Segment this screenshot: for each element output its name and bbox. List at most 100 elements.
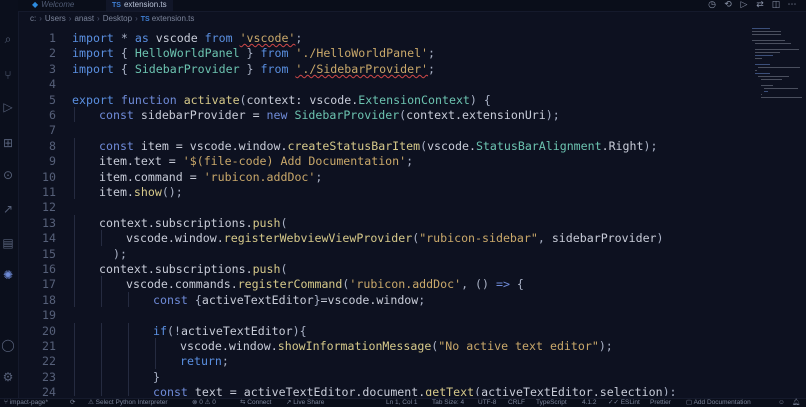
code-line[interactable]: 7: [18, 122, 748, 138]
compare-icon[interactable]: ⇄: [752, 0, 768, 10]
indent-guide: [74, 184, 75, 200]
indent-guide: [101, 384, 102, 396]
code-line[interactable]: 16 context.subscriptions.push(: [18, 261, 748, 277]
minimap-line: [761, 97, 803, 98]
code-text: const item = vscode.window.createStatusB…: [99, 138, 658, 153]
code-line[interactable]: 15 );: [18, 246, 748, 262]
line-number: 13: [42, 215, 56, 230]
minimap-line: [758, 67, 801, 68]
tab-welcome[interactable]: ◆ Welcome: [26, 0, 80, 11]
tab-label: extension.ts: [123, 0, 167, 9]
indent-guide: [101, 368, 102, 385]
code-line[interactable]: 10 item.command = 'rubicon.addDoc';: [18, 169, 748, 185]
indent-guide: [155, 338, 156, 354]
line-number: 14: [42, 231, 56, 246]
code-line[interactable]: 8 const item = vscode.window.createStatus…: [18, 138, 748, 154]
run-icon[interactable]: ▷: [736, 0, 752, 10]
source-control-icon[interactable]: ⑂: [1, 68, 15, 82]
go-back-icon[interactable]: ⟲: [720, 0, 736, 10]
minimap-line: [764, 91, 768, 92]
code-line[interactable]: 14 vscode.window.registerWebviewViewProvi…: [18, 230, 748, 246]
minimap-line: [755, 70, 758, 71]
code-editor[interactable]: 1 import * as vscode from 'vscode'; 2 impor…: [18, 28, 748, 396]
add-doc-label: Add Documentation: [693, 399, 751, 406]
typescript-icon: TS: [140, 16, 150, 23]
code-line[interactable]: 12: [18, 199, 748, 215]
minimap-line: [755, 58, 762, 59]
run-debug-icon[interactable]: ▷: [1, 100, 15, 114]
line-number: 20: [42, 323, 56, 338]
eslint-label: ESLint: [620, 399, 640, 406]
code-line[interactable]: 5 export function activate(context: vscod…: [18, 92, 748, 108]
code-text: context.subscriptions.push(: [99, 215, 288, 230]
minimap-line: [755, 73, 770, 74]
indent-guide: [74, 338, 75, 354]
indent-guide: [74, 384, 75, 396]
minimap-line: [752, 28, 771, 29]
database-icon[interactable]: ▤: [1, 236, 15, 250]
indent-guide: [74, 214, 75, 231]
minimap-line: [752, 40, 785, 41]
typescript-icon: TS: [112, 2, 121, 9]
code-text: item.text = '$(file-code) Add Documentat…: [99, 154, 414, 169]
indent-guide: [101, 353, 102, 369]
search-icon[interactable]: ⌕: [1, 32, 15, 46]
timeline-icon[interactable]: ◷: [704, 0, 720, 10]
connect-label: Connect: [247, 399, 272, 406]
indent-guide: [128, 368, 129, 385]
split-editor-icon[interactable]: ◫: [768, 0, 784, 10]
minimap-line: [761, 94, 762, 95]
settings-gear-icon[interactable]: ⚙: [1, 370, 15, 384]
line-number: 2: [49, 46, 56, 61]
indent-guide: [101, 322, 102, 338]
code-text: import { HelloWorldPanel } from './Hello…: [72, 46, 436, 61]
minimap[interactable]: [752, 28, 803, 118]
indent-guide: [74, 153, 75, 169]
breadcrumb-item[interactable]: Desktop: [103, 14, 132, 23]
code-line[interactable]: 17 vscode.commands.registerCommand('rubic…: [18, 276, 748, 292]
live-share-icon[interactable]: ↗: [1, 202, 15, 216]
tab-extension-ts[interactable]: TS extension.ts: [106, 0, 173, 11]
indent-guide: [155, 353, 156, 369]
code-text: vscode.window.registerWebviewViewProvide…: [126, 231, 664, 246]
line-number: 9: [49, 154, 56, 169]
code-line[interactable]: 19: [18, 307, 748, 323]
code-text: vscode.window.showInformationMessage("No…: [180, 339, 613, 353]
remote-explorer-icon[interactable]: ⊙: [1, 168, 15, 182]
breadcrumb-item[interactable]: c:: [30, 14, 36, 23]
indent-guide: [128, 322, 129, 338]
minimap-line: [755, 43, 792, 44]
breadcrumb-item[interactable]: anast: [74, 14, 94, 23]
code-text: const text = activeTextEditor.document.g…: [153, 385, 677, 396]
line-number: 18: [42, 292, 56, 307]
code-line[interactable]: 13 context.subscriptions.push(: [18, 215, 748, 231]
code-text: import { SidebarProvider } from './Sideb…: [72, 61, 436, 76]
extensions-icon[interactable]: ⊞: [1, 136, 15, 150]
branch-label: impact-page*: [9, 399, 49, 406]
code-line[interactable]: 9 item.text = '$(file-code) Add Documenta…: [18, 153, 748, 169]
line-number: 16: [42, 262, 56, 276]
more-actions-icon[interactable]: ⋯: [784, 0, 800, 10]
code-text: }: [153, 369, 160, 384]
code-line[interactable]: 2 import { HelloWorldPanel } from './Hell…: [18, 45, 748, 61]
account-icon[interactable]: ◯: [1, 338, 15, 352]
rubicon-extension-icon[interactable]: ✺: [1, 268, 15, 282]
code-line[interactable]: 4: [18, 76, 748, 92]
indent-guide: [74, 276, 75, 292]
line-number: 11: [42, 185, 56, 199]
line-number: 7: [49, 123, 56, 138]
breadcrumb-item[interactable]: Users: [45, 14, 66, 23]
code-line[interactable]: 3 import { SidebarProvider } from './Side…: [18, 61, 748, 77]
code-line[interactable]: 6 const sidebarProvider = new SidebarProv…: [18, 107, 748, 123]
line-number: 4: [49, 77, 56, 92]
code-line[interactable]: 11 item.show();: [18, 184, 748, 200]
minimap-line: [761, 79, 783, 80]
breadcrumb-item[interactable]: extension.ts: [152, 14, 195, 23]
line-number: 22: [42, 354, 56, 369]
code-text: import * as vscode from 'vscode';: [72, 31, 303, 45]
code-line[interactable]: 1 import * as vscode from 'vscode';: [18, 30, 748, 46]
indent-guide: [74, 245, 75, 261]
minimap-line: [755, 49, 799, 50]
indent-guide: [74, 137, 75, 154]
indent-guide: [74, 322, 75, 338]
